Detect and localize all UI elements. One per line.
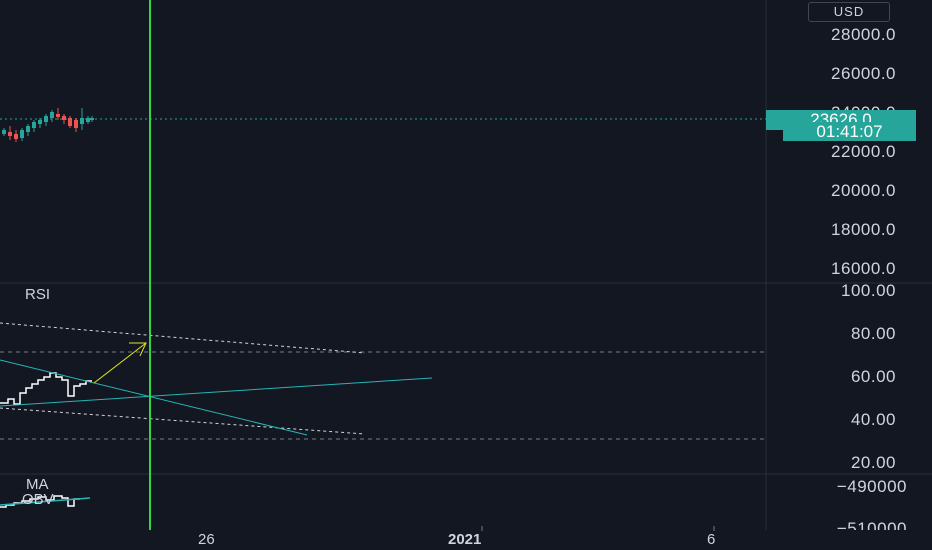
- projection-arrow[interactable]: [93, 342, 147, 384]
- rsi-axis-label: 40.00: [850, 410, 896, 429]
- candle-body: [68, 118, 72, 126]
- rsi-axis-label: 20.00: [850, 453, 896, 472]
- candle-body: [62, 116, 66, 120]
- candle-body: [56, 114, 60, 117]
- time-axis-label: 6: [707, 531, 716, 548]
- candle-body: [38, 120, 42, 124]
- obv-axis-label: −490000: [836, 477, 907, 496]
- rsi-channel-bottom[interactable]: [0, 407, 366, 435]
- candle-body: [8, 132, 12, 136]
- trendline-ascending[interactable]: [0, 377, 433, 407]
- bar-countdown-badge: 01:41:07: [783, 122, 916, 141]
- candle-body: [2, 130, 6, 134]
- currency-selector[interactable]: USD: [808, 2, 890, 22]
- candle-body: [26, 126, 30, 132]
- rsi-line: [0, 372, 92, 405]
- candle-body: [80, 118, 84, 124]
- rsi-axis-label: 80.00: [850, 324, 896, 343]
- chart-canvas[interactable]: [0, 0, 932, 550]
- candle-body: [74, 120, 78, 128]
- price-axis-label: 18000.0: [831, 220, 896, 239]
- time-axis-label: 26: [198, 531, 215, 548]
- price-axis-label: 26000.0: [831, 64, 896, 83]
- rsi-pane-title[interactable]: RSI: [25, 286, 50, 303]
- time-axis-label: 2021: [448, 531, 482, 548]
- obv-indicator-title[interactable]: OBV: [22, 491, 54, 508]
- candle-body: [32, 122, 36, 128]
- rsi-channel-top[interactable]: [0, 322, 366, 354]
- candlestick-series: [2, 108, 94, 142]
- price-axis-label: 28000.0: [831, 25, 896, 44]
- rsi-axis-label: 60.00: [850, 367, 896, 386]
- price-axis-label: 22000.0: [831, 142, 896, 161]
- candle-body: [50, 112, 54, 118]
- trendline-descending[interactable]: [0, 359, 308, 436]
- price-axis-label: 20000.0: [831, 181, 896, 200]
- candle-body: [90, 118, 94, 120]
- candle-body: [20, 130, 24, 138]
- trading-chart[interactable]: USD 28000.0 26000.0 24000.0 22000.0 2000…: [0, 0, 932, 550]
- candle-body: [14, 134, 18, 139]
- candle-body: [44, 116, 48, 122]
- candle-body: [86, 118, 90, 122]
- price-axis-label: 16000.0: [831, 259, 896, 278]
- rsi-axis-label: 100.00: [841, 281, 896, 300]
